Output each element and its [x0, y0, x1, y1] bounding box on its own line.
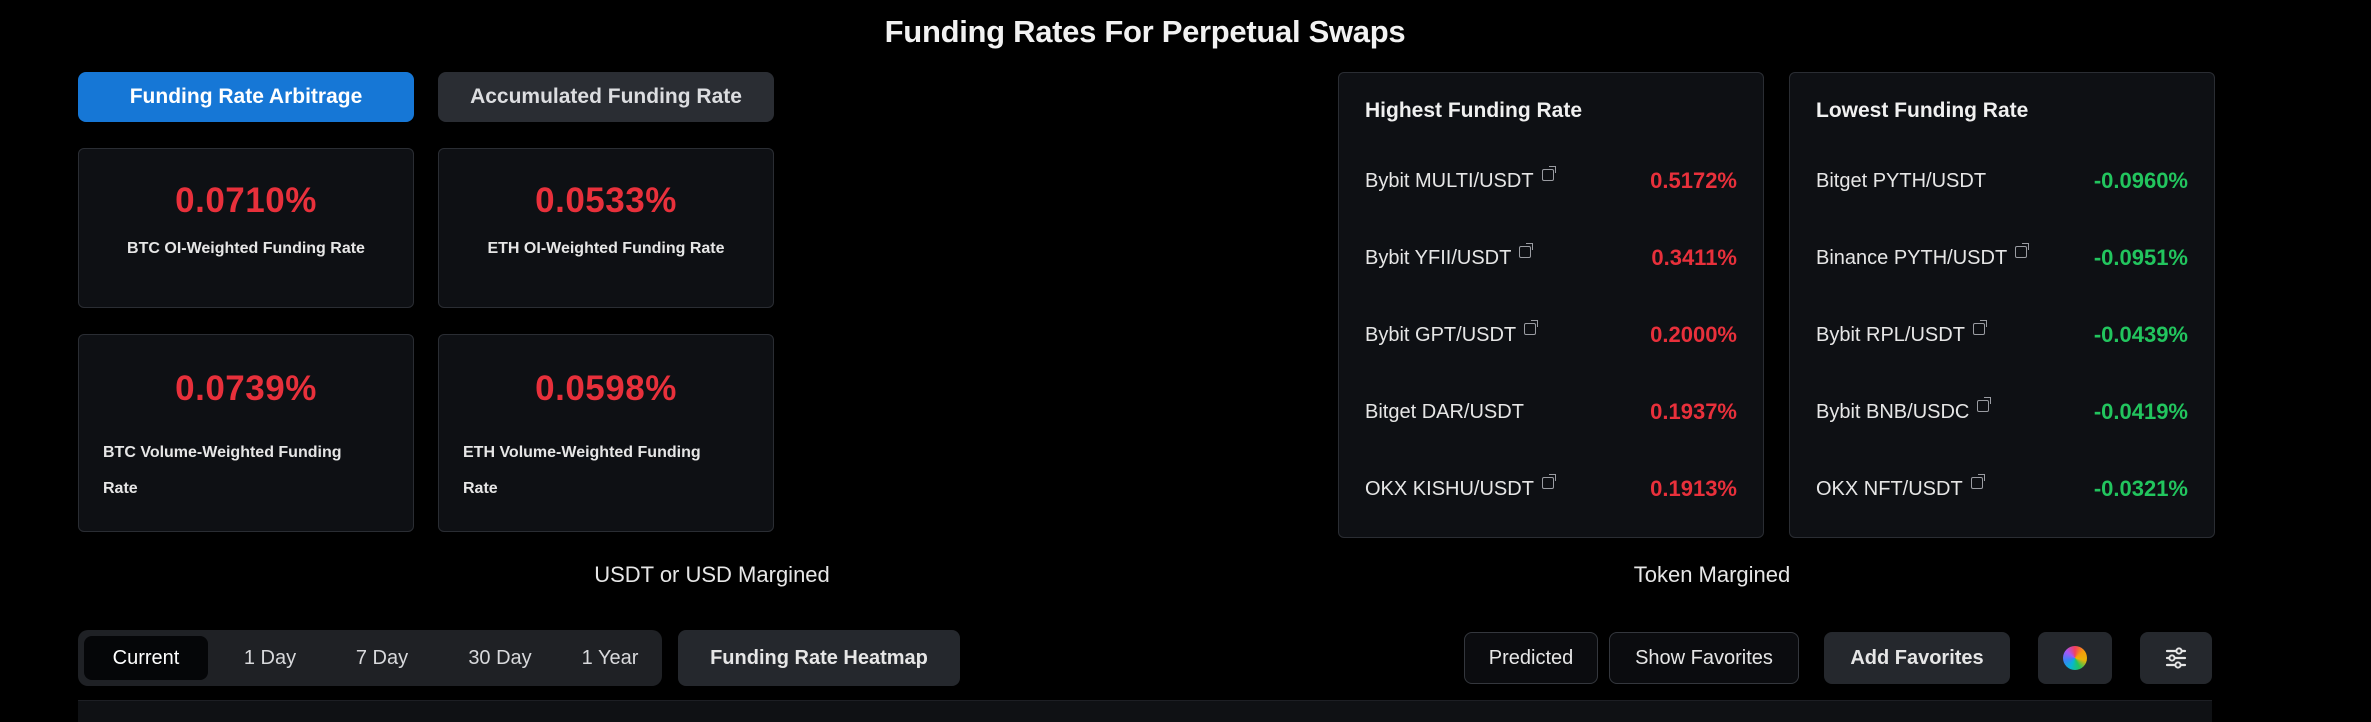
btc-volume-weighted-value: 0.0739% [175, 369, 317, 408]
eth-oi-weighted-card: 0.0533% ETH OI-Weighted Funding Rate [438, 148, 774, 308]
pair-label: Bybit BNB/USDC [1816, 400, 1970, 423]
highest-pair-link[interactable]: Bybit MULTI/USDT [1365, 166, 1556, 193]
lowest-pair-link[interactable]: OKX NFT/USDT [1816, 474, 1985, 501]
lowest-rate-value: -0.0419% [2093, 399, 2188, 424]
tab-current[interactable]: Current [84, 636, 208, 680]
pair-label: Bitget PYTH/USDT [1816, 169, 1987, 192]
highest-rate-value: 0.1913% [1650, 476, 1737, 501]
eth-volume-weighted-card: 0.0598% ETH Volume-Weighted Funding Rate [438, 334, 774, 532]
lowest-row: Bybit BNB/USDC -0.0419% [1816, 392, 2188, 432]
highest-row: OKX KISHU/USDT 0.1913% [1365, 469, 1737, 509]
lowest-pair-link[interactable]: Bybit RPL/USDT [1816, 320, 1987, 347]
pair-label: Bybit RPL/USDT [1816, 323, 1965, 346]
lowest-funding-rate-panel: Lowest Funding Rate Bitget PYTH/USDT -0.… [1789, 72, 2215, 538]
page-title: Funding Rates For Perpetual Swaps [884, 14, 1406, 49]
pair-label: Bybit GPT/USDT [1365, 323, 1517, 346]
tab-1-day[interactable]: 1 Day [218, 636, 322, 680]
tab-7-day[interactable]: 7 Day [330, 636, 434, 680]
table-header-strip [78, 700, 2212, 722]
usdt-margined-label: USDT or USD Margined [594, 562, 830, 587]
color-scheme-button[interactable] [2038, 632, 2112, 684]
eth-volume-weighted-value: 0.0598% [535, 369, 677, 408]
funding-rate-heatmap-button[interactable]: Funding Rate Heatmap [678, 630, 960, 686]
highest-funding-rate-title: Highest Funding Rate [1365, 99, 1582, 122]
highest-pair-link[interactable]: Bybit GPT/USDT [1365, 320, 1539, 347]
btc-oi-weighted-card: 0.0710% BTC OI-Weighted Funding Rate [78, 148, 414, 308]
highest-rate-value: 0.1937% [1650, 399, 1737, 424]
lowest-rate-value: -0.0960% [2093, 168, 2188, 193]
highest-rate-value: 0.2000% [1650, 322, 1737, 347]
lowest-row: Bybit RPL/USDT -0.0439% [1816, 315, 2188, 355]
highest-pair-link[interactable]: Bitget DAR/USDT [1365, 401, 1524, 424]
tab-30-day[interactable]: 30 Day [442, 636, 558, 680]
external-link-icon [1970, 474, 1985, 489]
pair-label: Bybit MULTI/USDT [1365, 169, 1534, 192]
btc-oi-weighted-label: BTC OI-Weighted Funding Rate [127, 240, 365, 257]
btc-volume-weighted-label-line2: Rate [103, 480, 138, 497]
highest-row: Bitget DAR/USDT 0.1937% [1365, 392, 1737, 432]
external-link-icon [1524, 320, 1539, 335]
external-link-icon [1977, 397, 1992, 412]
pair-label: OKX NFT/USDT [1816, 477, 1963, 500]
external-link-icon [2015, 243, 2030, 258]
show-favorites-button[interactable]: Show Favorites [1609, 632, 1799, 684]
external-link-icon [1541, 474, 1556, 489]
lowest-rate-value: -0.0439% [2093, 322, 2188, 347]
eth-oi-weighted-value: 0.0533% [535, 181, 677, 220]
lowest-pair-link[interactable]: Bitget PYTH/USDT [1816, 170, 1986, 193]
highest-row: Bybit MULTI/USDT 0.5172% [1365, 161, 1737, 201]
external-link-icon [1519, 243, 1534, 258]
color-wheel-icon [2063, 646, 2087, 670]
highest-rate-value: 0.3411% [1651, 245, 1737, 270]
filter-settings-button[interactable] [2140, 632, 2212, 684]
eth-oi-weighted-label: ETH OI-Weighted Funding Rate [487, 240, 725, 257]
lowest-rate-value: -0.0321% [2093, 476, 2188, 501]
btc-oi-weighted-value: 0.0710% [175, 181, 317, 220]
lowest-row: Bitget PYTH/USDT -0.0960% [1816, 161, 2188, 201]
pair-label: OKX KISHU/USDT [1365, 477, 1534, 500]
time-range-tabs: Current 1 Day 7 Day 30 Day 1 Year [78, 630, 662, 686]
highest-pair-link[interactable]: Bybit YFII/USDT [1365, 243, 1534, 270]
predicted-button[interactable]: Predicted [1464, 632, 1598, 684]
sliders-icon [2165, 647, 2187, 669]
highest-funding-rate-panel: Highest Funding Rate Bybit MULTI/USDT 0.… [1338, 72, 1764, 538]
add-favorites-button[interactable]: Add Favorites [1824, 632, 2010, 684]
btc-volume-weighted-label-line1: BTC Volume-Weighted Funding [103, 444, 342, 461]
eth-volume-weighted-label-line1: ETH Volume-Weighted Funding [463, 444, 701, 461]
btc-volume-weighted-card: 0.0739% BTC Volume-Weighted Funding Rate [78, 334, 414, 532]
lowest-pair-link[interactable]: Bybit BNB/USDC [1816, 397, 1992, 424]
external-link-icon [1541, 166, 1556, 181]
highest-row: Bybit GPT/USDT 0.2000% [1365, 315, 1737, 355]
highest-row: Bybit YFII/USDT 0.3411% [1365, 238, 1737, 278]
highest-pair-link[interactable]: OKX KISHU/USDT [1365, 474, 1556, 501]
lowest-rate-value: -0.0951% [2093, 245, 2188, 270]
pair-label: Binance PYTH/USDT [1816, 246, 2008, 269]
highest-rate-value: 0.5172% [1650, 168, 1737, 193]
pair-label: Bybit YFII/USDT [1365, 246, 1512, 269]
lowest-row: Binance PYTH/USDT -0.0951% [1816, 238, 2188, 278]
eth-volume-weighted-label-line2: Rate [463, 480, 498, 497]
lowest-funding-rate-title: Lowest Funding Rate [1816, 99, 2029, 122]
tab-1-year[interactable]: 1 Year [564, 636, 656, 680]
token-margined-label: Token Margined [1633, 562, 1791, 587]
lowest-row: OKX NFT/USDT -0.0321% [1816, 469, 2188, 509]
accumulated-funding-rate-tab[interactable]: Accumulated Funding Rate [438, 72, 774, 122]
lowest-pair-link[interactable]: Binance PYTH/USDT [1816, 243, 2030, 270]
external-link-icon [1972, 320, 1987, 335]
pair-label: Bitget DAR/USDT [1365, 400, 1524, 423]
funding-rate-arbitrage-tab[interactable]: Funding Rate Arbitrage [78, 72, 414, 122]
